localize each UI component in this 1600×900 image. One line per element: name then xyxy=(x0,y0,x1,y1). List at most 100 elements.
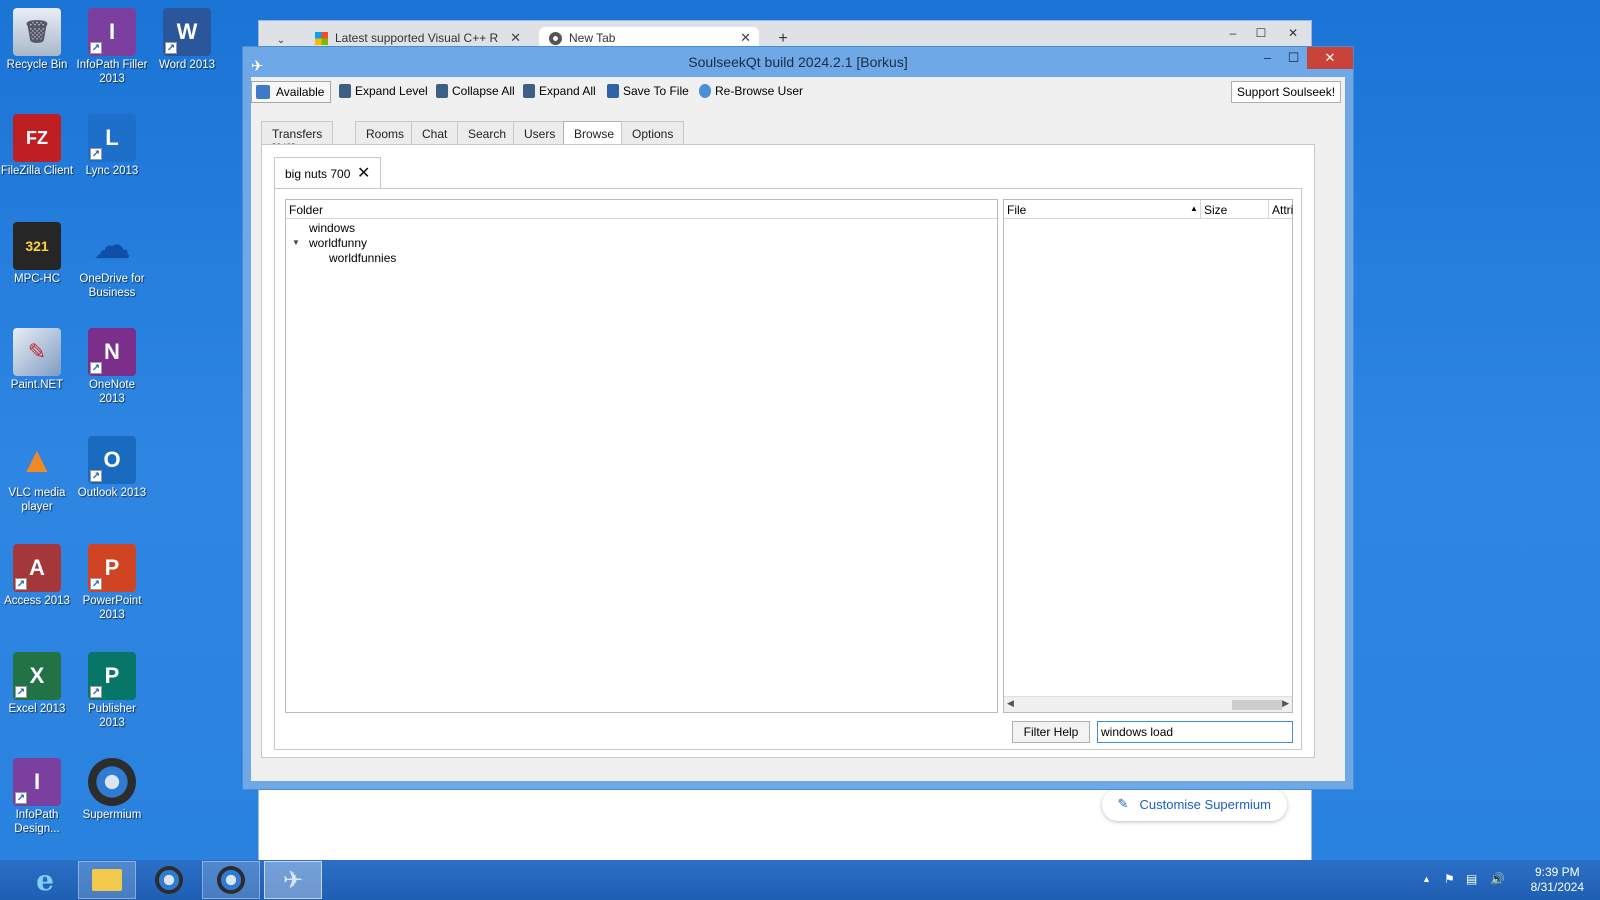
desktop-icon-onedrive-business[interactable]: ☁ OneDrive for Business xyxy=(75,222,149,300)
desktop-icon-publisher[interactable]: P ↗ Publisher 2013 xyxy=(75,652,149,730)
tab-chat[interactable]: Chat xyxy=(411,121,459,145)
outlook-icon: O ↗ xyxy=(88,436,136,484)
taskbar-supermium-window[interactable] xyxy=(202,861,260,899)
horizontal-scrollbar[interactable]: ◀ ▶ xyxy=(1004,696,1292,712)
desktop-icon-label: Publisher 2013 xyxy=(88,703,136,729)
expand-arrow-icon[interactable]: ▼ xyxy=(292,238,300,247)
desktop-icon-label: Recycle Bin xyxy=(6,59,68,71)
tab-browse[interactable]: Browse xyxy=(563,121,626,146)
tab-transfers[interactable]: Transfers [0/0] xyxy=(261,121,334,155)
column-file[interactable]: File xyxy=(1007,203,1026,217)
tree-item-worldfunnies[interactable]: worldfunnies xyxy=(329,251,396,265)
system-clock[interactable]: 9:39 PM 8/31/2024 xyxy=(1531,865,1584,895)
action-center-flag-icon[interactable]: ⚑ xyxy=(1444,872,1455,886)
folder-tree: Folder windows ▼ worldfunny worldfunnies xyxy=(285,199,998,713)
desktop-icon-label: InfoPath Design... xyxy=(14,809,60,835)
supermium-logo-icon xyxy=(549,32,562,45)
desktop-icon-mpc-hc[interactable]: 321 MPC-HC xyxy=(0,222,74,286)
taskbar-file-explorer[interactable] xyxy=(78,861,136,899)
new-tab-page: ✎ Customise Supermium xyxy=(259,781,1311,861)
volume-icon[interactable]: 🔊 xyxy=(1490,872,1505,886)
desktop-icon-outlook[interactable]: O ↗ Outlook 2013 xyxy=(75,436,149,500)
filter-help-button[interactable]: Filter Help xyxy=(1012,721,1090,743)
customise-button[interactable]: ✎ Customise Supermium xyxy=(1101,789,1287,821)
desktop: 🗑 Recycle Bin I ↗ InfoPath Filler 2013 W ↗… xyxy=(0,0,1600,861)
desktop-icon-onenote[interactable]: N ↗ OneNote 2013 xyxy=(75,328,149,406)
taskbar-soulseek[interactable]: ✈ xyxy=(264,861,322,899)
expand-all-button[interactable]: Expand All xyxy=(519,81,602,103)
browse-panel: big nuts 700 ✕ Folder windows ▼ worldfun… xyxy=(261,144,1315,758)
filter-input[interactable] xyxy=(1097,721,1293,743)
column-size[interactable]: Size xyxy=(1204,203,1227,217)
maximize-icon[interactable]: ☐ xyxy=(1247,21,1275,45)
desktop-icon-lync[interactable]: L ↗ Lync 2013 xyxy=(75,114,149,178)
tab-search[interactable]: Search xyxy=(457,121,518,145)
clock-time: 9:39 PM xyxy=(1534,865,1580,879)
tab-options[interactable]: Options xyxy=(621,121,685,145)
scroll-left-icon[interactable]: ◀ xyxy=(1007,698,1014,709)
close-tab-icon[interactable]: ✕ xyxy=(357,163,370,183)
bird-icon xyxy=(256,85,270,99)
desktop-icon-label: PowerPoint 2013 xyxy=(82,595,142,621)
minimize-icon[interactable]: – xyxy=(1254,47,1281,69)
desktop-icon-word[interactable]: W ↗ Word 2013 xyxy=(150,8,224,72)
desktop-icon-excel[interactable]: X ↗ Excel 2013 xyxy=(0,652,74,716)
toolbar: Available Expand Level Collapse All Expa… xyxy=(251,77,1345,113)
tab-users[interactable]: Users xyxy=(513,121,567,145)
scroll-right-icon[interactable]: ▶ xyxy=(1282,698,1289,709)
desktop-icon-label: OneDrive for Business xyxy=(79,273,145,299)
column-attributes[interactable]: Attri xyxy=(1272,203,1293,217)
desktop-icon-access[interactable]: A ↗ Access 2013 xyxy=(0,544,74,608)
word-icon: W ↗ xyxy=(163,8,211,56)
access-icon: A ↗ xyxy=(13,544,61,592)
tree-item-windows[interactable]: windows xyxy=(309,221,355,235)
tree-item-worldfunny[interactable]: worldfunny xyxy=(309,236,367,250)
desktop-icon-paintnet[interactable]: ✎ Paint.NET xyxy=(0,328,74,392)
desktop-icon-label: Supermium xyxy=(82,809,142,821)
browse-user-tab[interactable]: big nuts 700 ✕ xyxy=(274,157,382,189)
maximize-icon[interactable]: ☐ xyxy=(1280,47,1307,69)
desktop-icon-infopath-designer[interactable]: I ↗ InfoPath Design... xyxy=(0,758,74,836)
expand-level-button[interactable]: Expand Level xyxy=(335,81,434,103)
column-divider[interactable] xyxy=(1268,200,1269,219)
desktop-icon-powerpoint[interactable]: P ↗ PowerPoint 2013 xyxy=(75,544,149,622)
desktop-icon-label: Lync 2013 xyxy=(85,165,139,177)
taskbar-supermium[interactable] xyxy=(140,861,198,899)
pencil-icon: ✎ xyxy=(1117,796,1129,811)
network-icon[interactable]: ▤ xyxy=(1466,872,1477,886)
lync-icon: L ↗ xyxy=(88,114,136,162)
status-available-button[interactable]: Available xyxy=(251,81,332,103)
desktop-icon-filezilla[interactable]: FZ FileZilla Client xyxy=(0,114,74,178)
support-soulseek-button[interactable]: Support Soulseek! xyxy=(1231,81,1342,103)
refresh-icon xyxy=(699,84,711,98)
soulseek-window: ✈ SoulseekQt build 2024.2.1 [Borkus] – ☐… xyxy=(242,46,1354,790)
desktop-icon-label: Paint.NET xyxy=(10,379,64,391)
desktop-icon-vlc[interactable]: ▲ VLC media player xyxy=(0,436,74,514)
show-hidden-icons[interactable]: ▲ xyxy=(1422,874,1431,884)
save-to-file-button[interactable]: Save To File xyxy=(603,81,695,103)
close-icon[interactable]: ✕ xyxy=(1307,47,1353,69)
supermium-icon xyxy=(88,758,136,806)
filezilla-icon: FZ xyxy=(13,114,61,162)
rebrowse-user-button[interactable]: Re-Browse User xyxy=(695,81,809,103)
desktop-icon-infopath-filler[interactable]: I ↗ InfoPath Filler 2013 xyxy=(75,8,149,86)
folder-icon xyxy=(92,869,122,891)
vlc-icon: ▲ xyxy=(19,439,55,480)
desktop-icon-recycle-bin[interactable]: 🗑 Recycle Bin xyxy=(0,8,74,72)
minimize-icon[interactable]: – xyxy=(1219,21,1247,45)
close-icon[interactable]: ✕ xyxy=(740,30,751,46)
microsoft-logo-icon xyxy=(315,32,328,45)
file-list-header: File ▲ Size Attri xyxy=(1004,200,1293,219)
browser-tab-title: New Tab xyxy=(569,31,616,45)
close-icon[interactable]: ✕ xyxy=(510,30,521,46)
collapse-all-button[interactable]: Collapse All xyxy=(432,81,521,103)
scrollbar-thumb[interactable] xyxy=(1232,700,1282,710)
taskbar-internet-explorer[interactable]: e xyxy=(16,861,74,899)
close-icon[interactable]: ✕ xyxy=(1273,21,1313,45)
soulseek-titlebar: ✈ SoulseekQt build 2024.2.1 [Borkus] – ☐… xyxy=(243,47,1353,77)
folder-column-header[interactable]: Folder xyxy=(286,200,997,219)
desktop-icon-label: Outlook 2013 xyxy=(77,487,147,499)
desktop-icon-supermium[interactable]: Supermium xyxy=(75,758,149,822)
column-divider[interactable] xyxy=(1200,200,1201,219)
tab-rooms[interactable]: Rooms xyxy=(355,121,416,145)
